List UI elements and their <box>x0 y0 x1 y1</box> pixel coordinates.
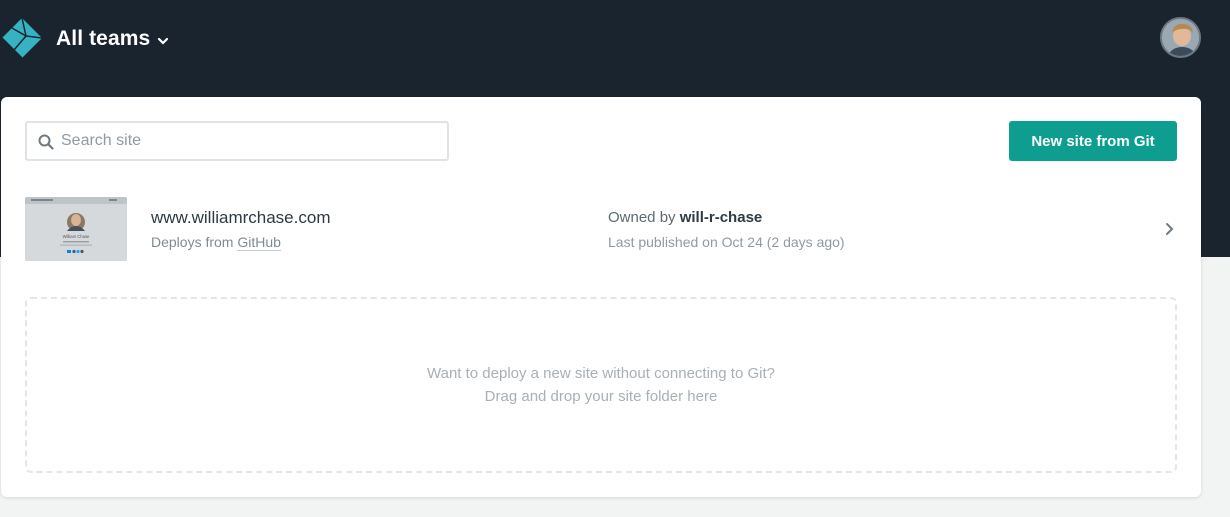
chevron-down-icon <box>158 37 169 45</box>
owner-prefix: Owned by <box>608 209 676 226</box>
search-field[interactable] <box>25 121 449 161</box>
owner-name: will-r-chase <box>679 209 763 226</box>
search-icon <box>38 134 54 150</box>
sites-card: New site from Git William Chase www.will… <box>1 97 1201 497</box>
user-avatar[interactable] <box>1160 17 1201 58</box>
site-name: www.williamrchase.com <box>151 208 331 227</box>
deploy-source-link[interactable]: GitHub <box>237 234 281 251</box>
new-site-from-git-button[interactable]: New site from Git <box>1009 121 1177 161</box>
avatar-image <box>1162 19 1199 56</box>
team-switcher[interactable]: All teams <box>56 24 170 54</box>
search-input[interactable] <box>61 126 431 156</box>
site-thumbnail: William Chase <box>25 197 127 261</box>
deploy-source-line: Deploys from GitHub <box>151 234 281 251</box>
site-list-item[interactable]: William Chase www.williamrchase.com Depl… <box>25 197 1185 261</box>
thumbnail-name: William Chase <box>63 234 90 239</box>
dropzone-prompt: Want to deploy a new site without connec… <box>427 365 775 382</box>
last-published: Last published on Oct 24 (2 days ago) <box>608 234 845 250</box>
chevron-right-icon <box>1166 223 1174 235</box>
drag-and-drop-zone[interactable]: Want to deploy a new site without connec… <box>25 297 1177 473</box>
owner-line: Owned by will-r-chase <box>608 209 762 226</box>
team-switcher-label: All teams <box>56 27 151 50</box>
netlify-logo-icon[interactable] <box>0 16 44 60</box>
dropzone-instruction: Drag and drop your site folder here <box>484 388 718 405</box>
deploy-prefix: Deploys from <box>151 234 234 250</box>
